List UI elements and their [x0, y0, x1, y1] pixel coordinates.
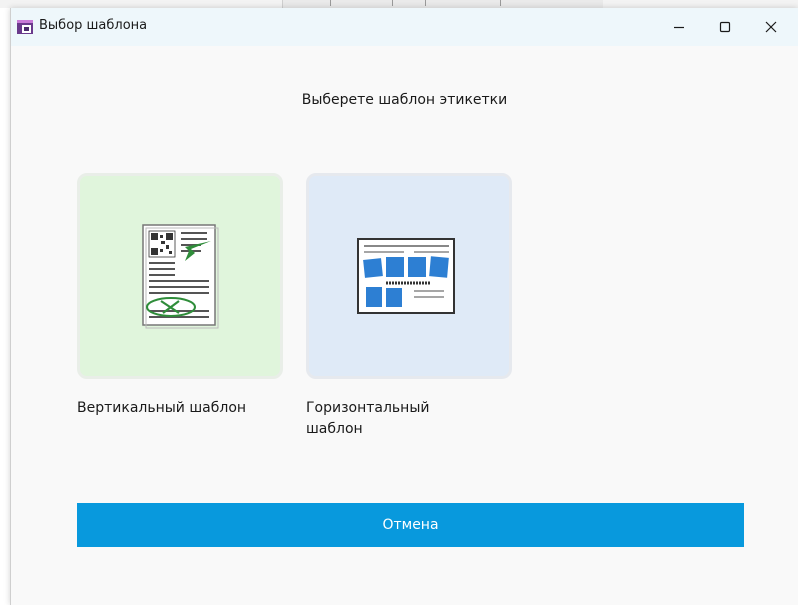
window-title: Выбор шаблона [39, 18, 148, 33]
template-dialog: Выбор шаблона Выберете шаблон этикетки В… [10, 8, 798, 605]
horizontal-template-tile[interactable] [306, 173, 512, 379]
close-icon [765, 21, 777, 33]
minimize-button[interactable] [656, 8, 702, 46]
vertical-template-tile[interactable] [77, 173, 283, 379]
background-app [0, 0, 798, 8]
cancel-button[interactable]: Отмена [77, 503, 744, 547]
horizontal-template-label: Горизонтальный шаблон [306, 400, 430, 437]
background-tick [392, 0, 393, 6]
maximize-icon [719, 21, 731, 33]
background-tick [500, 0, 501, 6]
maximize-button[interactable] [702, 8, 748, 46]
minimize-icon [674, 26, 684, 29]
page-heading: Выберете шаблон этикетки [301, 92, 508, 108]
background-tick [330, 0, 331, 6]
app-window-icon [17, 20, 33, 34]
vertical-template-icon [142, 224, 219, 329]
horizontal-template-icon [357, 238, 455, 314]
vertical-template-label: Вертикальный шаблон [77, 400, 247, 416]
title-bar: Выбор шаблона [11, 8, 798, 46]
close-button[interactable] [748, 8, 794, 46]
background-tick [425, 0, 426, 6]
